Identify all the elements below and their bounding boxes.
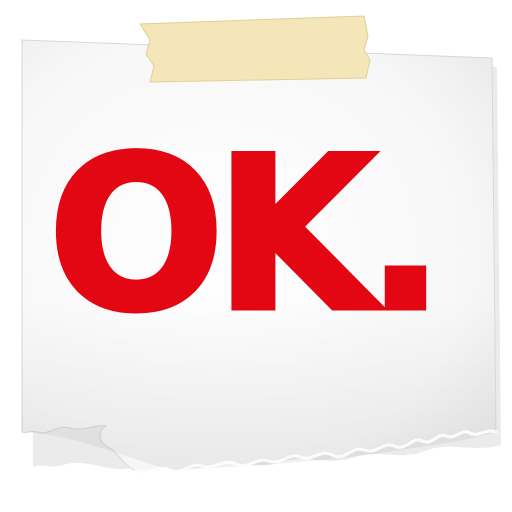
ok-logo-text: OK. — [46, 111, 448, 358]
masking-tape — [139, 15, 371, 83]
ok-sticker: OK. — [0, 0, 512, 512]
